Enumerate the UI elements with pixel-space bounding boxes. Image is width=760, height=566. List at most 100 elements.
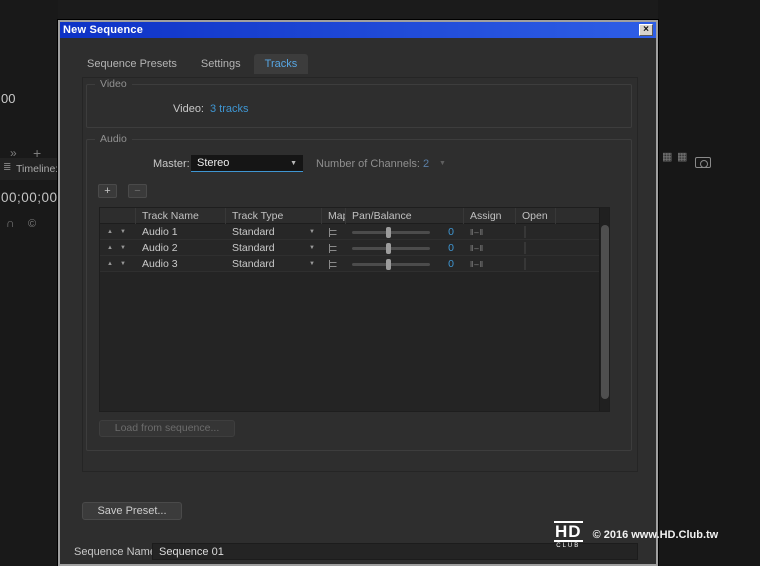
table-row: ▲▼ Audio 3 Standard▼ 0 ‖–‖ (100, 256, 601, 272)
pan-balance-slider[interactable]: 0 (346, 240, 464, 256)
watermark: HD CLUB © 2016 www.HD.Club.tw (554, 521, 718, 549)
map-cell (322, 227, 346, 238)
header-open: Open (516, 208, 556, 224)
header-assign: Assign (464, 208, 516, 224)
add-panel-icon[interactable]: + (33, 145, 41, 161)
screen: 00 » + ≣ Timeline: ( 00;00;00; ∩ © ▦ ▦ N… (0, 0, 760, 566)
move-down-icon[interactable]: ▼ (120, 245, 126, 251)
video-group-label: Video (95, 78, 132, 90)
track-type-dropdown[interactable]: Standard ▼ (226, 242, 322, 254)
map-routing-icon[interactable] (327, 259, 339, 270)
panel-grid-icon[interactable]: ▦ (662, 150, 672, 163)
master-dropdown-value: Stereo (197, 157, 229, 169)
pan-track (352, 263, 430, 266)
track-type-dropdown[interactable]: Standard▼ (226, 226, 322, 238)
background-timeline-panel (0, 0, 58, 566)
channels-label: Number of Channels: (316, 158, 420, 170)
save-preset-button[interactable]: Save Preset... (82, 502, 182, 520)
move-up-icon[interactable]: ▲ (107, 245, 113, 251)
header-map: Map (322, 208, 346, 224)
scrollbar-thumb[interactable] (601, 225, 609, 399)
video-tracks-label: Video: (173, 103, 204, 115)
pan-track (352, 231, 430, 234)
background-right-panel (658, 0, 760, 566)
track-type-dropdown[interactable]: Standard ▼ (226, 258, 322, 270)
tab-sequence-presets[interactable]: Sequence Presets (76, 54, 188, 74)
audio-group: Audio Master: Stereo ▼ Number of Channel… (86, 139, 632, 451)
load-from-sequence-button[interactable]: Load from sequence... (99, 420, 235, 437)
header-pan-balance: Pan/Balance (346, 208, 464, 224)
pan-value: 0 (448, 258, 454, 270)
map-routing-icon[interactable] (327, 227, 339, 238)
move-up-icon[interactable]: ▲ (107, 229, 113, 235)
marker-icon[interactable]: © (28, 218, 36, 230)
header-filler (556, 208, 601, 224)
assign-icon[interactable]: ‖–‖ (464, 228, 516, 237)
pan-balance-slider[interactable]: 0 (346, 224, 464, 240)
pan-handle[interactable] (386, 227, 391, 238)
reorder-cell: ▲▼ (100, 245, 136, 251)
header-reorder (100, 208, 136, 224)
chevron-down-icon: ▼ (309, 229, 315, 235)
pan-track (352, 247, 430, 250)
reorder-cell: ▲▼ (100, 261, 136, 267)
video-group: Video Video: 3 tracks (86, 84, 632, 128)
map-routing-icon[interactable] (327, 243, 339, 254)
pan-handle[interactable] (386, 243, 391, 254)
pan-balance-slider[interactable]: 0 (346, 256, 464, 272)
track-name[interactable]: Audio 1 (136, 226, 226, 238)
timeline-panel-icon: ≣ (3, 162, 11, 173)
chevron-down-icon: ▼ (309, 245, 315, 251)
map-cell (322, 243, 346, 254)
header-track-type: Track Type (226, 208, 322, 224)
master-dropdown[interactable]: Stereo ▼ (191, 155, 303, 172)
master-label: Master: (153, 158, 190, 170)
table-row: ▲ ▼ Audio 1 Standard▼ 0 ‖–‖ (100, 224, 601, 240)
watermark-text: © 2016 www.HD.Club.tw (593, 529, 719, 541)
track-type-value: Standard (232, 258, 275, 270)
remove-track-button[interactable]: − (128, 184, 147, 198)
chevron-down-icon: ▼ (309, 261, 315, 267)
chevron-down-icon: ▼ (290, 160, 297, 167)
assign-icon[interactable]: ‖–‖ (464, 260, 516, 269)
assign-icon[interactable]: ‖–‖ (464, 244, 516, 253)
open-cell (516, 242, 556, 254)
track-name[interactable]: Audio 3 (136, 258, 226, 270)
hd-logo-text: HD (554, 521, 583, 542)
background-partial-timecode: 00 (1, 91, 15, 106)
video-tracks-value: 3 tracks (210, 103, 249, 115)
timeline-timecode: 00;00;00; (1, 190, 62, 205)
panel-grid-icon-2[interactable]: ▦ (677, 150, 687, 163)
table-row: ▲▼ Audio 2 Standard▼ 0 ‖–‖ (100, 240, 601, 256)
channels-chevron-down-icon: ▼ (439, 160, 446, 167)
move-up-icon[interactable]: ▲ (107, 261, 113, 267)
dialog-title: New Sequence (63, 24, 143, 36)
camera-icon[interactable] (695, 157, 711, 168)
open-cell (516, 226, 556, 238)
track-name[interactable]: Audio 2 (136, 242, 226, 254)
channels-value[interactable]: 2 (423, 158, 429, 170)
panel-menu-chevron-icon[interactable]: » (10, 146, 17, 160)
close-icon[interactable]: × (639, 24, 653, 36)
sequence-name-label: Sequence Name: (74, 546, 159, 558)
pan-value: 0 (448, 242, 454, 254)
map-cell (322, 259, 346, 270)
track-type-value: Standard (232, 242, 275, 254)
open-checkbox[interactable] (524, 258, 526, 270)
pan-handle[interactable] (386, 259, 391, 270)
dialog-title-bar[interactable]: New Sequence × (60, 22, 656, 38)
pan-value: 0 (448, 226, 454, 238)
audio-tracks-table: Track Name Track Type Map Pan/Balance As… (99, 207, 610, 412)
tab-settings[interactable]: Settings (190, 54, 252, 74)
table-header-row: Track Name Track Type Map Pan/Balance As… (100, 208, 601, 224)
move-down-icon[interactable]: ▼ (120, 261, 126, 267)
hd-club-logo: HD CLUB (554, 521, 583, 549)
snap-icon[interactable]: ∩ (6, 216, 15, 230)
open-checkbox[interactable] (524, 242, 526, 254)
tab-tracks[interactable]: Tracks (254, 54, 309, 74)
new-sequence-dialog: New Sequence × Sequence Presets Settings… (58, 20, 658, 566)
move-down-icon[interactable]: ▼ (120, 229, 126, 235)
open-checkbox[interactable] (524, 226, 526, 238)
table-scrollbar[interactable] (599, 208, 609, 411)
add-track-button[interactable]: + (98, 184, 117, 198)
